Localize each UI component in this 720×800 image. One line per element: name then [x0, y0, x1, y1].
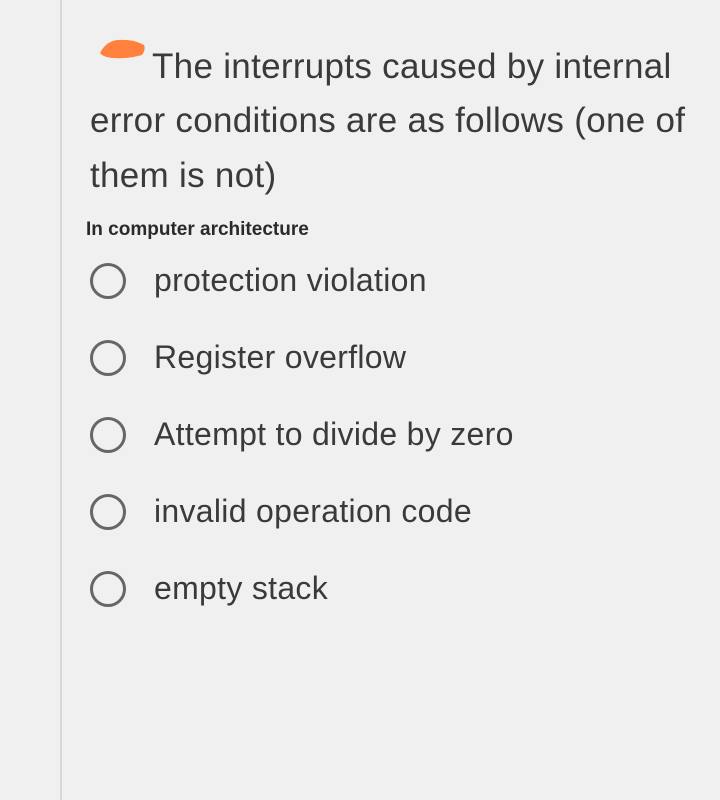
option-label: Attempt to divide by zero — [154, 416, 514, 453]
option-label: Register overflow — [154, 339, 406, 376]
option-row[interactable]: Attempt to divide by zero — [90, 416, 690, 453]
radio-icon[interactable] — [90, 263, 126, 299]
radio-icon[interactable] — [90, 494, 126, 530]
option-row[interactable]: invalid operation code — [90, 493, 690, 530]
options-list: protection violation Register overflow A… — [90, 262, 690, 607]
left-ruled-line — [60, 0, 62, 800]
radio-icon[interactable] — [90, 340, 126, 376]
option-row[interactable]: empty stack — [90, 570, 690, 607]
radio-icon[interactable] — [90, 417, 126, 453]
option-label: protection violation — [154, 262, 427, 299]
annotation-highlight-icon — [98, 35, 148, 65]
option-row[interactable]: protection violation — [90, 262, 690, 299]
option-label: invalid operation code — [154, 493, 472, 530]
quiz-content: The interrupts caused by internal error … — [0, 0, 720, 687]
question-text: The interrupts caused by internal error … — [90, 40, 690, 203]
option-label: empty stack — [154, 570, 328, 607]
question-subject: In computer architecture — [86, 217, 690, 243]
option-row[interactable]: Register overflow — [90, 339, 690, 376]
question-header: The interrupts caused by internal error … — [90, 40, 690, 242]
radio-icon[interactable] — [90, 571, 126, 607]
